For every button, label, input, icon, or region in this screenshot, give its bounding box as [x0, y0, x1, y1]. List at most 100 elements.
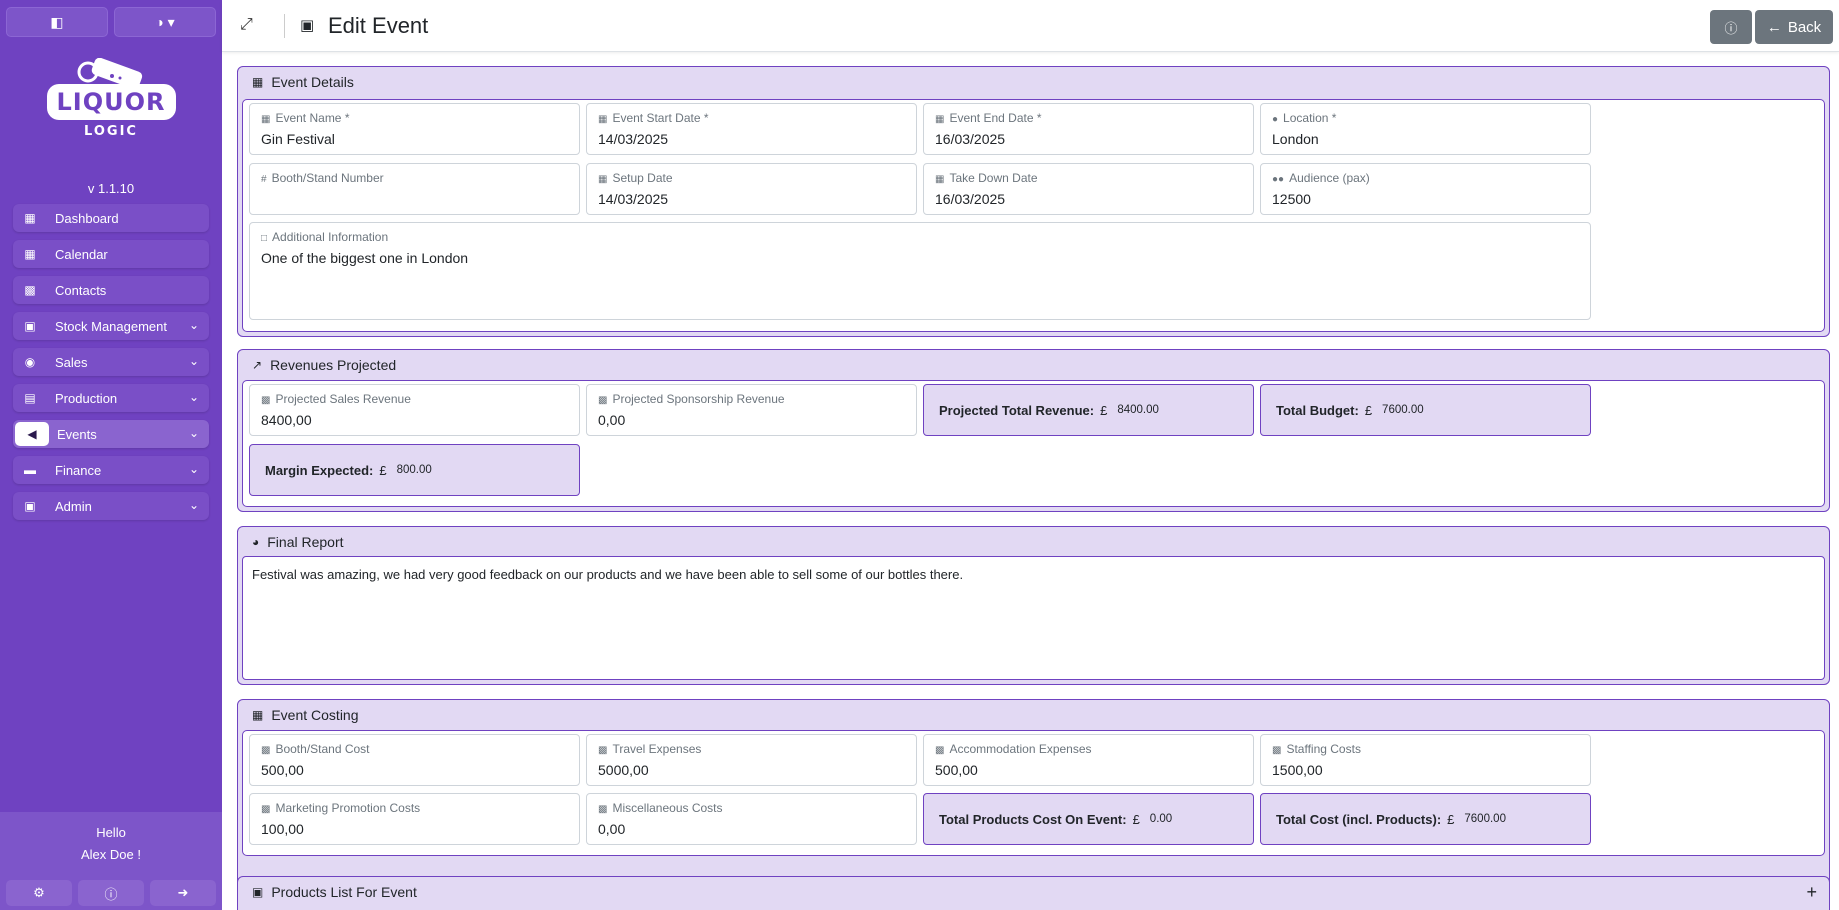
chart-line-icon: ↗ — [252, 358, 263, 372]
staffing-costs-field[interactable]: ▩ Staffing Costs 1500,00 — [1260, 734, 1591, 786]
money-icon: ▩ — [261, 804, 271, 815]
margin-expected: Margin Expected: £800.00 — [249, 444, 580, 496]
total-cost: Total Cost (incl. Products): £7600.00 — [1260, 793, 1591, 845]
event-start-date-field[interactable]: ▦ Event Start Date * 14/03/2025 — [586, 103, 917, 155]
box-icon: ▣ — [24, 319, 36, 333]
sidebar-item-production[interactable]: ▤ Production ⌄ — [13, 384, 209, 412]
section-title: Products List For Event — [271, 884, 417, 900]
final-report-card: ◕ Final Report Festival was amazing, we h… — [237, 526, 1830, 685]
currency: £ — [1132, 811, 1140, 827]
field-value: 12500 — [1272, 191, 1311, 207]
theme-toggle-button[interactable]: ◑ ▾ — [114, 7, 216, 37]
help-button[interactable]: ⓘ — [1710, 10, 1752, 44]
info-icon: ⓘ — [104, 886, 118, 902]
projected-sales-revenue-field[interactable]: ▩ Projected Sales Revenue 8400,00 — [249, 384, 580, 436]
event-name-field[interactable]: ▦ Event Name * Gin Festival — [249, 103, 580, 155]
note-icon: □ — [261, 233, 268, 244]
sidebar-item-sales[interactable]: ◉ Sales ⌄ — [13, 348, 209, 376]
travel-expenses-field[interactable]: ▩ Travel Expenses 5000,00 — [586, 734, 917, 786]
field-label: Take Down Date — [949, 171, 1038, 185]
sidebar-item-label: Stock Management — [55, 318, 168, 334]
total-value: 800.00 — [396, 464, 432, 476]
question-icon: ⓘ — [1724, 20, 1738, 36]
money-icon: ▩ — [261, 745, 271, 756]
miscellaneous-costs-field[interactable]: ▩ Miscellaneous Costs 0,00 — [586, 793, 917, 845]
sidebar-item-label: Calendar — [55, 246, 108, 262]
sidebar-item-dashboard[interactable]: ▦ Dashboard — [13, 204, 209, 232]
hash-icon: # — [261, 174, 267, 185]
sidebar-item-contacts[interactable]: ▩ Contacts — [13, 276, 209, 304]
final-report-textarea[interactable]: Festival was amazing, we had very good f… — [242, 556, 1825, 680]
projected-sponsorship-revenue-field[interactable]: ▩ Projected Sponsorship Revenue 0,00 — [586, 384, 917, 436]
toggle-sidebar-button[interactable]: ◧ — [6, 7, 108, 37]
brand-name: LIQUOR — [56, 88, 166, 116]
settings-button[interactable]: ⚙ — [6, 880, 72, 906]
calculator-icon: ▦ — [252, 708, 264, 722]
event-end-date-field[interactable]: ▦ Event End Date * 16/03/2025 — [923, 103, 1254, 155]
sidebar-item-events[interactable]: ◀ Events ⌄ — [13, 420, 209, 448]
field-label: Setup Date — [612, 171, 673, 185]
field-value: 500,00 — [261, 762, 304, 778]
accommodation-expenses-field[interactable]: ▩ Accommodation Expenses 500,00 — [923, 734, 1254, 786]
expand-icon[interactable]: ⤢ — [240, 16, 253, 34]
projected-total-revenue: Projected Total Revenue: £8400.00 — [923, 384, 1254, 436]
currency: £ — [1100, 402, 1108, 418]
divider — [284, 14, 285, 38]
money-icon: ▩ — [598, 745, 608, 756]
sidebar-item-admin[interactable]: ▣ Admin ⌄ — [13, 492, 209, 520]
logout-icon: ➜ — [177, 885, 189, 900]
wallet-icon: ▬ — [24, 463, 36, 477]
total-label: Total Products Cost On Event: — [939, 811, 1127, 827]
final-report-text: Festival was amazing, we had very good f… — [252, 567, 964, 582]
revenues-card: ↗ Revenues Projected ▩ Projected Sales Rev… — [237, 349, 1830, 512]
field-value: 1500,00 — [1272, 762, 1323, 778]
back-button[interactable]: ← Back — [1755, 10, 1833, 44]
field-label: Accommodation Expenses — [949, 742, 1092, 756]
chevron-down-icon: ⌄ — [188, 426, 199, 440]
field-label: Booth/Stand Number — [271, 171, 384, 185]
app-version: v 1.1.10 — [87, 181, 135, 196]
field-label: Location * — [1283, 111, 1337, 125]
currency: £ — [379, 462, 387, 478]
total-value: 7600.00 — [1382, 404, 1424, 416]
add-product-icon[interactable]: + — [1806, 882, 1817, 903]
field-label: Staffing Costs — [1286, 742, 1361, 756]
chevron-down-icon: ⌄ — [188, 354, 199, 368]
setup-date-field[interactable]: ▦ Setup Date 14/03/2025 — [586, 163, 917, 215]
field-label: Audience (pax) — [1289, 171, 1370, 185]
total-label: Projected Total Revenue: — [939, 402, 1095, 418]
sidebar-item-calendar[interactable]: ▦ Calendar — [13, 240, 209, 268]
event-details-card: ▦ Event Details ▦ Event Name * Gin Festival… — [237, 66, 1830, 337]
sidebar-item-label: Dashboard — [55, 210, 119, 226]
bottle-icon — [77, 58, 143, 88]
booth-number-field[interactable]: # Booth/Stand Number — [249, 163, 580, 215]
additional-info-field[interactable]: □ Additional Information One of the bigges… — [249, 222, 1591, 320]
logout-button[interactable]: ➜ — [150, 880, 216, 906]
money-icon: ▩ — [935, 745, 945, 756]
sidebar-item-finance[interactable]: ▬ Finance ⌄ — [13, 456, 209, 484]
booth-cost-field[interactable]: ▩ Booth/Stand Cost 500,00 — [249, 734, 580, 786]
audience-field[interactable]: ●● Audience (pax) 12500 — [1260, 163, 1591, 215]
field-value: 14/03/2025 — [598, 131, 669, 147]
calendar-icon: ▦ — [598, 114, 608, 125]
pie-chart-icon: ◕ — [252, 535, 260, 549]
box-icon: ▣ — [252, 885, 264, 899]
take-down-date-field[interactable]: ▦ Take Down Date 16/03/2025 — [923, 163, 1254, 215]
field-label: Booth/Stand Cost — [275, 742, 370, 756]
top-bar: ⤢ ▣ Edit Event ⓘ ← Back — [222, 0, 1839, 52]
info-button[interactable]: ⓘ — [78, 880, 144, 906]
gear-icon: ⚙ — [33, 885, 45, 900]
brand-subname: LOGIC — [84, 124, 138, 139]
calendar-check-icon: ▦ — [24, 247, 36, 261]
marketing-costs-field[interactable]: ▩ Marketing Promotion Costs 100,00 — [249, 793, 580, 845]
money-icon: ▩ — [598, 395, 608, 406]
sidebar-item-label: Contacts — [55, 282, 107, 298]
chevron-down-icon: ⌄ — [188, 390, 199, 404]
section-title: Event Costing — [271, 707, 359, 723]
sidebar-item-stock-management[interactable]: ▣ Stock Management ⌄ — [13, 312, 209, 340]
briefcase-icon: ▣ — [24, 499, 36, 513]
field-label: Projected Sponsorship Revenue — [612, 392, 785, 406]
location-field[interactable]: ● Location * London — [1260, 103, 1591, 155]
back-label: Back — [1787, 18, 1822, 36]
contrast-icon: ◑ ▾ — [155, 13, 175, 30]
